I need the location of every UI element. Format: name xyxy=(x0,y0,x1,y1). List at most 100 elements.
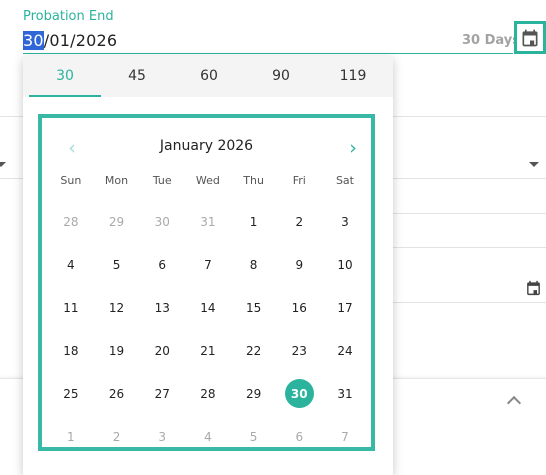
weekday-label: Tue xyxy=(152,174,172,187)
calendar-day[interactable]: 29 xyxy=(231,372,277,415)
day-number: 5 xyxy=(249,429,258,444)
day-number: 2 xyxy=(295,214,304,229)
calendar-week-row: 1 2 3 4 5 6 7 xyxy=(48,415,368,458)
date-picker-popup: 30 45 60 90 119 ‹ January 2026 › Sun Mon T… xyxy=(23,56,393,475)
calendar-day[interactable]: 10 xyxy=(322,243,368,286)
day-number: 4 xyxy=(204,429,212,444)
calendar-day[interactable]: 2 xyxy=(276,200,322,243)
calendar-week-row: 28 29 30 31 1 2 3 xyxy=(48,200,368,243)
day-number: 19 xyxy=(108,343,125,358)
calendar-day[interactable]: 16 xyxy=(276,286,322,329)
day-number: 1 xyxy=(249,214,258,229)
next-month-button[interactable]: › xyxy=(341,137,365,161)
calendar-day[interactable]: 18 xyxy=(48,329,94,372)
calendar-day[interactable]: 3 xyxy=(139,415,185,458)
day-number: 22 xyxy=(245,343,262,358)
caret-down-icon[interactable] xyxy=(0,162,6,167)
days-hint: 30 Days xyxy=(462,33,520,48)
day-number: 29 xyxy=(108,214,125,229)
calendar-day[interactable]: 7 xyxy=(185,243,231,286)
day-number: 13 xyxy=(154,300,170,315)
day-number: 14 xyxy=(200,300,216,315)
day-number: 18 xyxy=(63,343,79,358)
calendar-day[interactable]: 21 xyxy=(185,329,231,372)
calendar-day[interactable]: 24 xyxy=(322,329,368,372)
divider xyxy=(393,213,546,214)
calendar-day[interactable]: 28 xyxy=(48,200,94,243)
divider xyxy=(0,116,23,117)
day-number: 2 xyxy=(112,429,121,444)
preset-tab[interactable]: 30 xyxy=(29,56,101,97)
day-number: 28 xyxy=(63,214,79,229)
calendar-day[interactable]: 7 xyxy=(322,415,368,458)
day-number: 1 xyxy=(67,429,75,444)
day-number: 30 xyxy=(284,379,314,408)
calendar-day[interactable]: 9 xyxy=(276,243,322,286)
weekday-label: Sun xyxy=(60,174,82,187)
calendar-day[interactable]: 17 xyxy=(322,286,368,329)
calendar-day[interactable]: 30 xyxy=(139,200,185,243)
calendar-day[interactable]: 28 xyxy=(185,372,231,415)
calendar-day[interactable]: 8 xyxy=(231,243,277,286)
day-number: 3 xyxy=(158,429,167,444)
day-number: 30 xyxy=(154,214,170,229)
calendar-day[interactable]: 31 xyxy=(185,200,231,243)
calendar-day[interactable]: 31 xyxy=(322,372,368,415)
date-input[interactable]: 30/01/2026 xyxy=(23,31,117,50)
calendar-day[interactable]: 23 xyxy=(276,329,322,372)
divider xyxy=(393,178,546,179)
calendar-day[interactable]: 20 xyxy=(139,329,185,372)
day-number: 3 xyxy=(341,214,349,229)
calendar-day[interactable]: 25 xyxy=(48,372,94,415)
day-number: 25 xyxy=(63,386,79,401)
calendar-day[interactable]: 14 xyxy=(185,286,231,329)
selected-day[interactable]: 30 xyxy=(276,372,322,415)
calendar-day[interactable]: 4 xyxy=(48,243,94,286)
day-number: 23 xyxy=(291,343,307,358)
calendar-button[interactable] xyxy=(514,21,546,54)
day-number: 27 xyxy=(154,386,170,401)
calendar-day[interactable]: 3 xyxy=(322,200,368,243)
calendar-day[interactable]: 22 xyxy=(231,329,277,372)
day-number: 17 xyxy=(337,300,353,315)
calendar-day[interactable]: 12 xyxy=(94,286,140,329)
calendar-day[interactable]: 29 xyxy=(94,200,140,243)
calendar-day[interactable]: 13 xyxy=(139,286,185,329)
month-title: January 2026 xyxy=(159,138,254,154)
day-number: 16 xyxy=(291,300,307,315)
calendar-day[interactable]: 26 xyxy=(94,372,140,415)
calendar-day[interactable]: 5 xyxy=(231,415,277,458)
calendar-day[interactable]: 19 xyxy=(94,329,140,372)
day-number: 15 xyxy=(245,300,262,315)
preset-tab[interactable]: 90 xyxy=(245,56,317,97)
calendar-day[interactable]: 1 xyxy=(231,200,277,243)
day-number: 28 xyxy=(200,386,216,401)
day-number: 26 xyxy=(108,386,125,401)
preset-tab[interactable]: 45 xyxy=(101,56,173,97)
calendar-day[interactable]: 5 xyxy=(94,243,140,286)
day-number: 21 xyxy=(200,343,216,358)
preset-tab[interactable]: 60 xyxy=(173,56,245,97)
calendar-week-row: 11 12 13 14 15 16 17 xyxy=(48,286,368,329)
preset-tab[interactable]: 119 xyxy=(317,56,389,97)
selected-text: 30 xyxy=(23,31,44,50)
calendar-day[interactable]: 11 xyxy=(48,286,94,329)
weekday-label: Fri xyxy=(292,174,306,187)
calendar-day[interactable]: 4 xyxy=(185,415,231,458)
calendar-day[interactable]: 1 xyxy=(48,415,94,458)
field-underline xyxy=(23,53,513,54)
day-number: 10 xyxy=(337,257,353,272)
weekday-label: Wed xyxy=(195,174,220,187)
calendar-day[interactable]: 2 xyxy=(94,415,140,458)
caret-down-icon[interactable] xyxy=(529,162,539,167)
day-number: 9 xyxy=(295,257,304,272)
calendar-day[interactable]: 6 xyxy=(139,243,185,286)
day-number: 24 xyxy=(337,343,353,358)
calendar-icon[interactable] xyxy=(525,279,542,297)
divider xyxy=(393,247,546,248)
weekday-label: Sat xyxy=(335,174,354,187)
day-number: 29 xyxy=(245,386,262,401)
calendar-day[interactable]: 15 xyxy=(231,286,277,329)
calendar-day[interactable]: 27 xyxy=(139,372,185,415)
calendar-day[interactable]: 6 xyxy=(276,415,322,458)
